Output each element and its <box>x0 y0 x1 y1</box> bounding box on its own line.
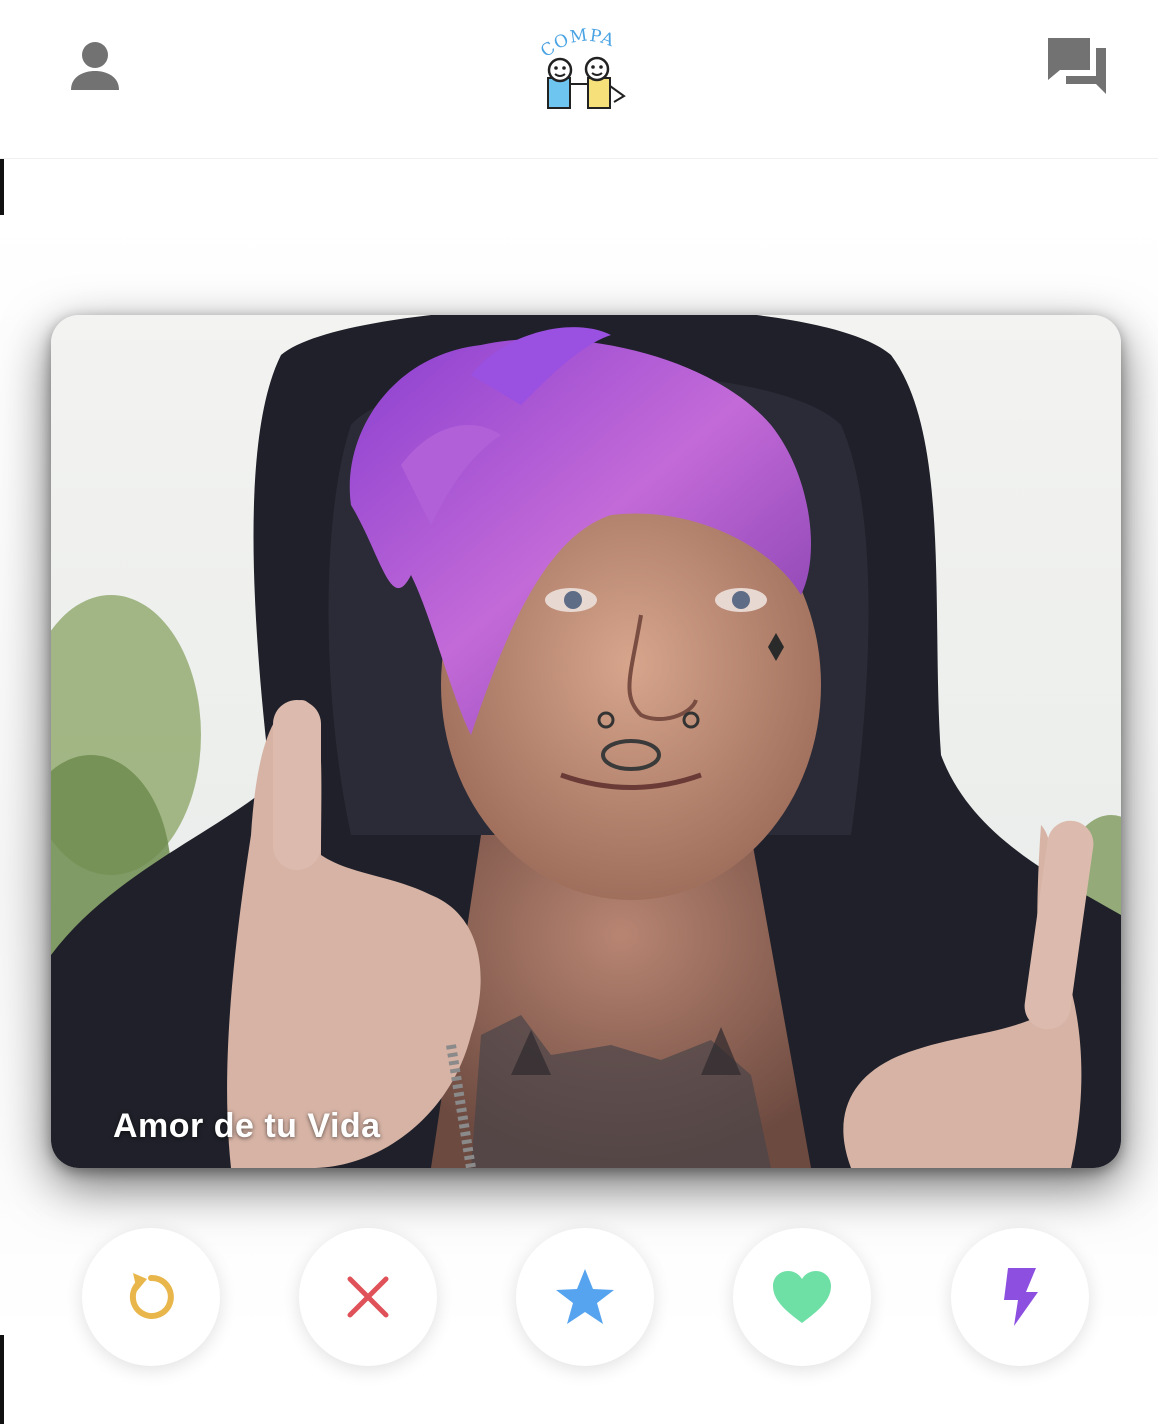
rewind-icon <box>129 1273 174 1319</box>
profile-button[interactable] <box>62 38 128 98</box>
logo-figures <box>547 56 626 109</box>
like-button[interactable] <box>733 1228 871 1366</box>
lightning-icon <box>1004 1268 1038 1326</box>
heart-icon <box>773 1271 831 1323</box>
star-icon <box>556 1269 614 1324</box>
super-like-button[interactable] <box>516 1228 654 1366</box>
chat-bubbles-icon <box>1048 38 1106 94</box>
profile-card[interactable]: Amor de tu Vida <box>51 315 1121 1168</box>
close-icon <box>347 1276 389 1318</box>
profile-name: Amor de tu Vida <box>113 1107 381 1145</box>
profile-photo <box>51 315 1121 1168</box>
top-bar: COMPA <box>0 0 1158 159</box>
person-icon <box>71 42 119 90</box>
rewind-button[interactable] <box>82 1228 220 1366</box>
boost-button[interactable] <box>951 1228 1089 1366</box>
nope-button[interactable] <box>299 1228 437 1366</box>
app-logo: COMPA <box>538 24 630 110</box>
messages-button[interactable] <box>1042 32 1112 100</box>
